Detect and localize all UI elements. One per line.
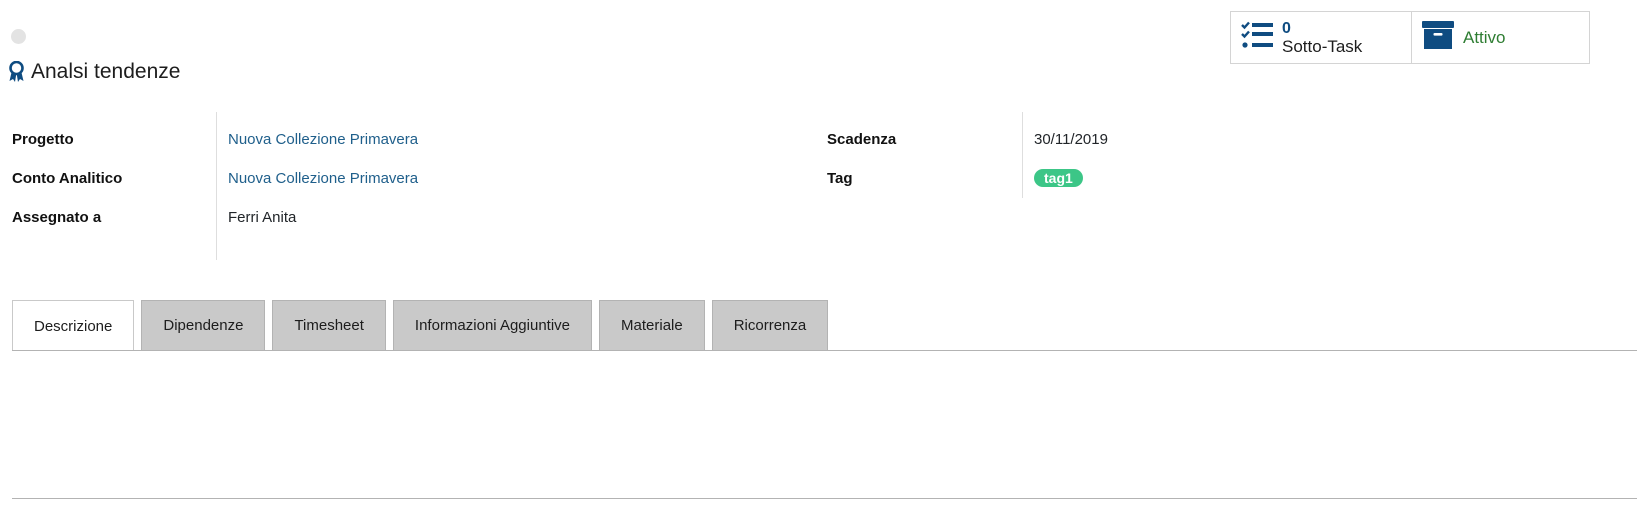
record-title: Analsi tendenze [8, 60, 180, 84]
tabs-divider [12, 350, 1637, 351]
project-link[interactable]: Nuova Collezione Primavera [228, 131, 418, 148]
archive-box-icon [1422, 21, 1454, 54]
active-label: Attivo [1463, 27, 1506, 47]
analytic-account-link[interactable]: Nuova Collezione Primavera [228, 170, 418, 187]
subtask-label: Sotto-Task [1282, 36, 1363, 56]
content-bottom-divider [12, 498, 1637, 499]
active-toggle-button[interactable]: Attivo [1411, 12, 1589, 63]
fields-right-group: Scadenza 30/11/2019 Tag tag1 [815, 112, 1595, 260]
deadline-value: 30/11/2019 [1034, 130, 1108, 148]
tab-timesheet[interactable]: Timesheet [272, 300, 386, 350]
tag-label: Tag [827, 169, 853, 187]
tab-dipendenze[interactable]: Dipendenze [141, 300, 266, 350]
subtask-count: 0 [1282, 19, 1291, 37]
checklist-icon [1241, 20, 1273, 55]
deadline-label: Scadenza [827, 130, 897, 148]
tab-ricorrenza[interactable]: Ricorrenza [711, 300, 829, 350]
tab-materiale[interactable]: Materiale [599, 300, 705, 350]
status-indicator[interactable] [11, 29, 26, 44]
tag-badge[interactable]: tag1 [1034, 169, 1083, 187]
notebook-tabs: Descrizione Dipendenze Timesheet Informa… [12, 300, 829, 351]
award-ribbon-icon [8, 61, 25, 83]
tab-informazioni-aggiuntive[interactable]: Informazioni Aggiuntive [392, 300, 593, 350]
analytic-account-label: Conto Analitico [12, 169, 123, 187]
subtask-button[interactable]: 0 Sotto-Task [1231, 12, 1411, 63]
smart-buttons: 0 Sotto-Task Attivo [1230, 11, 1590, 64]
page-title: Analsi tendenze [31, 60, 181, 83]
fields-left-group: Progetto Nuova Collezione Primavera Cont… [0, 112, 800, 260]
field-separator [216, 112, 217, 260]
project-label: Progetto [12, 130, 74, 148]
field-separator [1022, 112, 1023, 198]
assigned-to-label: Assegnato a [12, 208, 102, 226]
tab-descrizione[interactable]: Descrizione [12, 300, 135, 351]
assigned-to-value: Ferri Anita [228, 208, 297, 226]
